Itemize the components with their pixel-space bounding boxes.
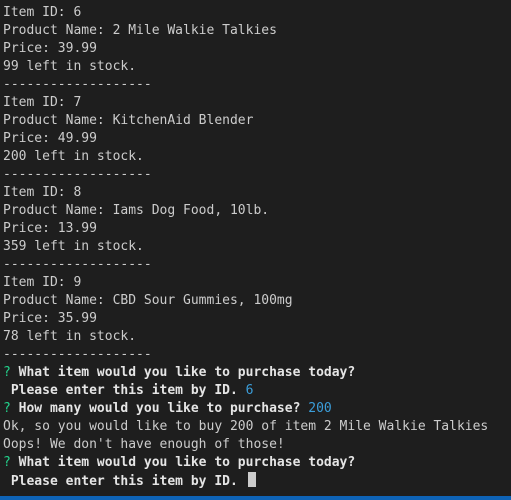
separator-line: ------------------- <box>3 167 152 182</box>
prompt-text: How many would you like to purchase? <box>18 401 301 416</box>
prompt-enter-id: Please enter this item by ID. 6 <box>3 382 511 400</box>
answer-item-id: 6 <box>245 383 254 398</box>
price-line: Price: 35.99 <box>3 311 97 326</box>
separator-line: ------------------- <box>3 347 152 362</box>
text-cursor[interactable] <box>247 472 256 487</box>
product-name-line: Product Name: 2 Mile Walkie Talkies <box>3 23 277 38</box>
prompt-text: Please enter this item by ID. <box>3 383 238 398</box>
price-line: Price: 13.99 <box>3 221 97 236</box>
item-id-line: Item ID: 8 <box>3 185 82 200</box>
price-line: Price: 49.99 <box>3 131 97 146</box>
status-bar <box>0 496 511 500</box>
error-message: Oops! We don't have enough of those! <box>3 437 285 452</box>
item-id-line: Item ID: 9 <box>3 275 82 290</box>
prompt-purchase-item: ? What item would you like to purchase t… <box>3 454 511 472</box>
price-line: Price: 39.99 <box>3 41 97 56</box>
terminal-window[interactable]: Item ID: 6 Product Name: 2 Mile Walkie T… <box>0 0 511 500</box>
stock-line: 200 left in stock. <box>3 149 144 164</box>
answer-quantity: 200 <box>308 401 332 416</box>
stock-line: 359 left in stock. <box>3 239 144 254</box>
separator-line: ------------------- <box>3 77 152 92</box>
prompt-text: Please enter this item by ID. <box>3 474 238 489</box>
prompt-quantity: ? How many would you like to purchase? 2… <box>3 400 511 418</box>
question-mark-icon: ? <box>3 401 11 416</box>
stock-line: 99 left in stock. <box>3 59 137 74</box>
question-mark-icon: ? <box>3 455 11 470</box>
prompt-text: What item would you like to purchase tod… <box>18 365 356 380</box>
item-id-line: Item ID: 6 <box>3 5 82 20</box>
prompt-purchase-item: ? What item would you like to purchase t… <box>3 364 511 382</box>
question-mark-icon: ? <box>3 365 11 380</box>
product-name-line: Product Name: CBD Sour Gummies, 100mg <box>3 293 293 308</box>
stock-line: 78 left in stock. <box>3 329 137 344</box>
confirmation-message: Ok, so you would like to buy 200 of item… <box>3 419 489 434</box>
prompt-enter-id-active[interactable]: Please enter this item by ID. <box>3 472 511 490</box>
product-name-line: Product Name: KitchenAid Blender <box>3 113 254 128</box>
product-name-line: Product Name: Iams Dog Food, 10lb. <box>3 203 270 218</box>
separator-line: ------------------- <box>3 257 152 272</box>
prompt-text: What item would you like to purchase tod… <box>18 455 356 470</box>
item-id-line: Item ID: 7 <box>3 95 82 110</box>
